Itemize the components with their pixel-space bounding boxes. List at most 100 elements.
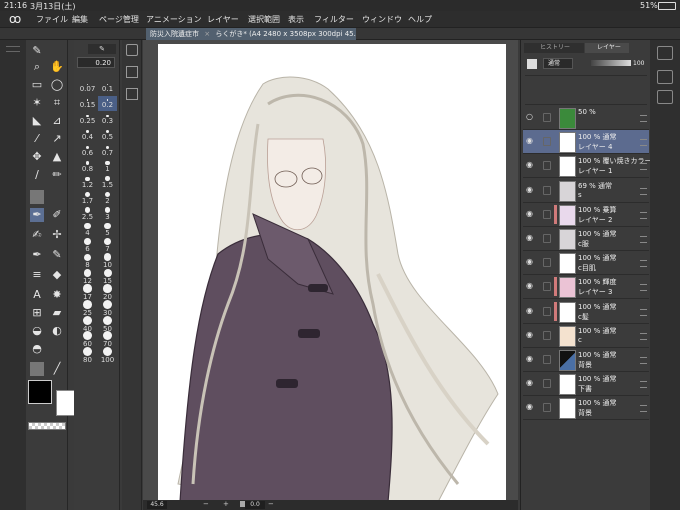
- brush-size-item[interactable]: 0.4: [78, 127, 97, 142]
- magic-wand-icon[interactable]: ✶: [30, 96, 44, 110]
- brush-size-item[interactable]: 0.1: [98, 80, 117, 95]
- lock-icon[interactable]: [543, 258, 551, 268]
- eye-icon[interactable]: ◉: [526, 185, 535, 193]
- zoom-value[interactable]: 45.6: [147, 501, 167, 509]
- figure-icon[interactable]: ⊞: [30, 306, 44, 320]
- layers-icon[interactable]: [657, 90, 673, 104]
- tab-layer[interactable]: レイヤー: [585, 43, 629, 53]
- lock-icon[interactable]: [543, 209, 551, 219]
- brush-size-item[interactable]: 100: [98, 346, 117, 364]
- line-icon[interactable]: ╱: [50, 362, 64, 376]
- ruler-line-icon[interactable]: ∕: [30, 168, 44, 182]
- menu-window[interactable]: ウィンドウ: [362, 14, 402, 25]
- layer-row[interactable]: ◉ 100 % 通常 c目肌: [523, 251, 649, 276]
- layer-row[interactable]: ○ 50 %: [523, 106, 649, 130]
- lock-icon[interactable]: [543, 161, 551, 171]
- eye-icon[interactable]: ◉: [526, 306, 535, 314]
- image-icon[interactable]: [126, 88, 138, 100]
- brush-size-item[interactable]: 0.25: [78, 111, 97, 126]
- pen-icon[interactable]: ✒: [30, 208, 44, 222]
- move-icon[interactable]: ✥: [30, 150, 44, 164]
- menu-animation[interactable]: アニメーション: [146, 14, 202, 25]
- menu-selection[interactable]: 選択範囲: [248, 14, 280, 25]
- eye-icon[interactable]: ◉: [526, 137, 535, 145]
- marker-icon[interactable]: ✎: [50, 248, 64, 262]
- brush-size-item[interactable]: 1: [98, 159, 117, 174]
- pencil-icon[interactable]: ✏: [50, 168, 64, 182]
- text-icon[interactable]: A: [30, 288, 44, 302]
- layer-row[interactable]: ◉ 69 % 通常 s: [523, 179, 649, 203]
- ruler-icon[interactable]: ↗: [50, 132, 64, 146]
- brush-size-item[interactable]: 15: [98, 268, 117, 285]
- rotate-left-icon[interactable]: −: [268, 500, 274, 508]
- gradient-swatch-icon[interactable]: [30, 362, 44, 376]
- hand-icon[interactable]: ✋: [50, 60, 64, 74]
- brush-size-item[interactable]: 3: [98, 206, 117, 221]
- opacity-slider[interactable]: [591, 60, 631, 66]
- eye-icon[interactable]: ◉: [526, 355, 535, 363]
- drag-handle-icon[interactable]: [640, 357, 647, 364]
- eye-icon[interactable]: ◉: [526, 330, 535, 338]
- layer-row[interactable]: ◉ 100 % 通常 背景: [523, 348, 649, 372]
- eye-icon[interactable]: ◉: [526, 379, 535, 387]
- lock-icon[interactable]: [543, 113, 551, 122]
- menu-edit[interactable]: 編集: [72, 14, 88, 25]
- eyedropper-icon[interactable]: ⁄: [30, 132, 44, 146]
- brush-size-item[interactable]: 0.8: [78, 159, 97, 174]
- document-tab[interactable]: 防災入院遺症市 × らくがき* (A4 2480 x 3508px 300dpi…: [146, 28, 356, 40]
- opacity-value[interactable]: 100: [633, 58, 649, 69]
- brush-size-item[interactable]: 2.5: [78, 206, 97, 221]
- sparkle-icon[interactable]: ✸: [50, 288, 64, 302]
- menu-page[interactable]: ページ管理: [99, 14, 139, 25]
- layer-property-icon[interactable]: [527, 59, 537, 69]
- drag-handle-icon[interactable]: [640, 187, 647, 195]
- brush-size-item[interactable]: 0.3: [98, 111, 117, 126]
- pencil-tool-icon[interactable]: ✐: [50, 208, 64, 222]
- brush-size-item[interactable]: 6: [78, 237, 97, 253]
- brush-tool-tab-icon[interactable]: ✎: [30, 44, 44, 58]
- fill-tool-icon[interactable]: ▲: [50, 150, 64, 164]
- brush-size-item[interactable]: 60: [78, 331, 97, 348]
- lock-icon[interactable]: [543, 282, 551, 292]
- rotation-value[interactable]: 0.0: [245, 501, 265, 509]
- brush-size-item[interactable]: 30: [98, 299, 117, 317]
- navigator-icon[interactable]: [126, 44, 138, 56]
- zoom-icon[interactable]: ⌕: [30, 60, 44, 74]
- canvas-paper[interactable]: [158, 44, 506, 502]
- eye-icon[interactable]: ◉: [526, 161, 535, 169]
- eye-icon[interactable]: ◉: [526, 403, 535, 411]
- material-icon[interactable]: [126, 66, 138, 78]
- drag-handle-icon[interactable]: [640, 284, 647, 292]
- lock-icon[interactable]: [543, 185, 551, 195]
- brush-size-item[interactable]: 5: [98, 221, 117, 237]
- lock-icon[interactable]: [543, 234, 551, 243]
- brush-size-item[interactable]: 0.5: [98, 127, 117, 142]
- layer-row[interactable]: ◉ 100 % 輝度 レイヤー 3: [523, 275, 649, 300]
- menu-view[interactable]: 表示: [288, 14, 304, 25]
- brush-size-item[interactable]: 0.7: [98, 143, 117, 158]
- drag-handle-icon[interactable]: [640, 236, 647, 243]
- zoom-in-icon[interactable]: +: [223, 500, 229, 508]
- fill-icon[interactable]: ◒: [30, 324, 44, 338]
- checker-swatch-icon[interactable]: [30, 190, 44, 204]
- drag-handle-icon[interactable]: [640, 332, 647, 340]
- brush-size-item[interactable]: 8: [78, 253, 97, 269]
- layer-row[interactable]: ◉ 100 % 通常 c: [523, 324, 649, 348]
- menu-file[interactable]: ファイル: [36, 14, 68, 25]
- layer-row[interactable]: ◉ 100 % 通常 背景: [523, 396, 649, 421]
- menu-help[interactable]: ヘルプ: [408, 14, 432, 25]
- brush-size-item[interactable]: 10: [98, 253, 117, 269]
- eye-icon[interactable]: ◉: [526, 234, 535, 242]
- brush-size-item[interactable]: 0.2: [98, 95, 117, 111]
- tab-history[interactable]: ヒストリー: [524, 43, 584, 53]
- select-lasso-icon[interactable]: ◯: [50, 78, 64, 92]
- airbrush-icon[interactable]: ✢: [50, 228, 64, 242]
- grip-icon[interactable]: [6, 46, 20, 52]
- decoration-icon[interactable]: ✒: [30, 248, 44, 262]
- drag-handle-icon[interactable]: [640, 308, 647, 316]
- brush-size-item[interactable]: 1.5: [98, 174, 117, 189]
- history-icon[interactable]: [657, 70, 673, 84]
- blend-icon[interactable]: ≡: [30, 268, 44, 282]
- balloon-icon[interactable]: ◓: [30, 342, 44, 356]
- brush-size-item[interactable]: 80: [78, 346, 97, 364]
